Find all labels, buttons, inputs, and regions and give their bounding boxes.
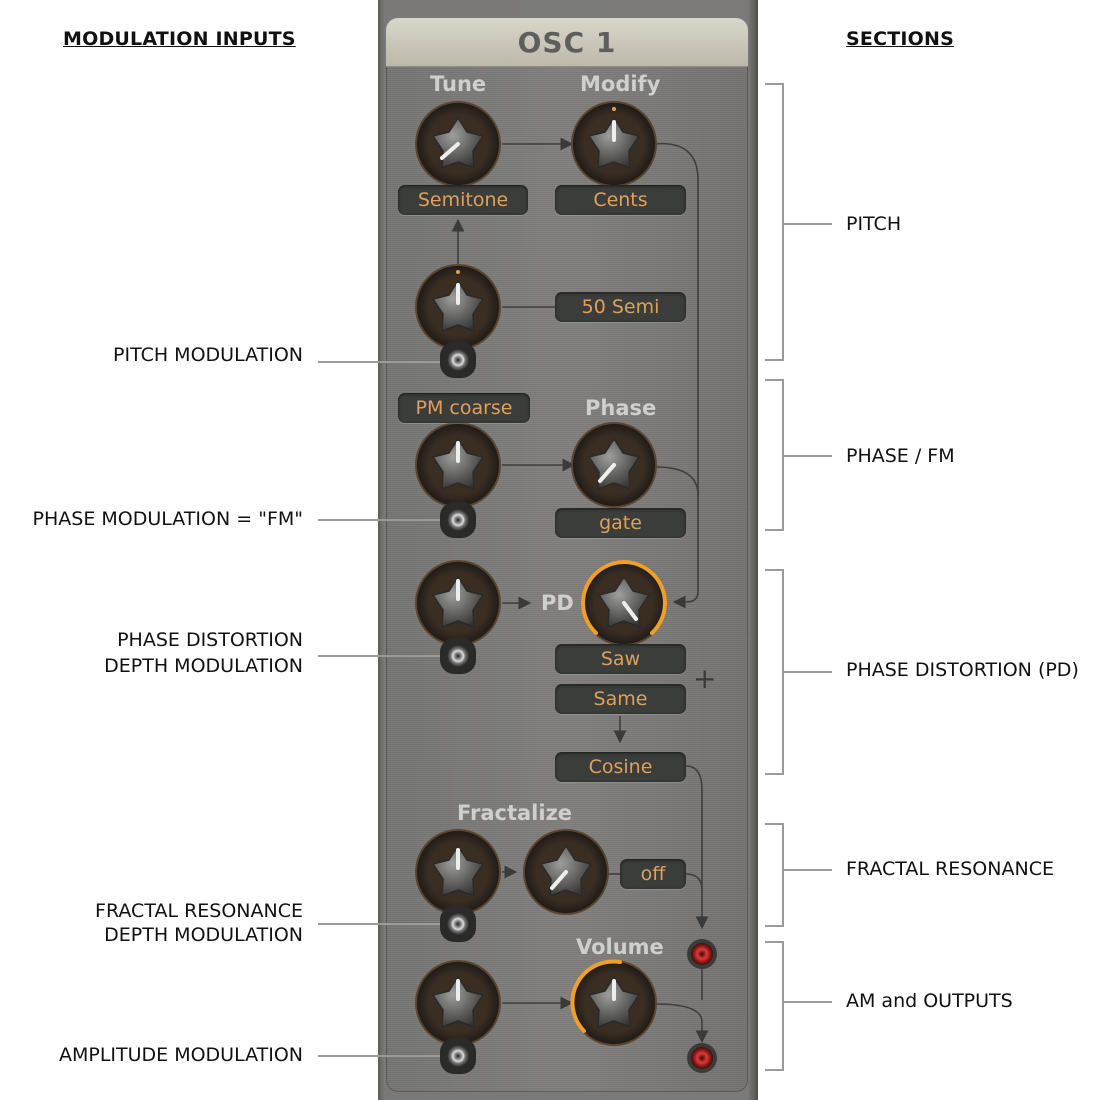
output-jack-2[interactable] <box>687 1043 717 1073</box>
cents-display[interactable]: Cents <box>555 185 686 215</box>
am-knob[interactable] <box>415 960 501 1046</box>
pitch-mod-range-display[interactable]: 50 Semi <box>555 292 686 322</box>
plus-icon[interactable]: + <box>693 662 716 695</box>
tune-knob[interactable] <box>415 101 501 187</box>
pitch-mod-knob[interactable] <box>415 264 501 350</box>
section-am-label: AM and OUTPUTS <box>846 990 1013 1012</box>
fractal-modulation-label-1: FRACTAL RESONANCE <box>95 900 303 922</box>
phase-mod-input-jack[interactable] <box>440 502 476 538</box>
output-jack-1[interactable] <box>687 939 717 969</box>
phase-modulation-label: PHASE MODULATION = "FM" <box>32 508 303 530</box>
section-pd-label: PHASE DISTORTION (PD) <box>846 659 1079 681</box>
fractal-off-display[interactable]: off <box>620 859 686 889</box>
section-pitch-label: PITCH <box>846 213 902 235</box>
gate-display[interactable]: gate <box>555 508 686 538</box>
pitch-mod-input-jack[interactable] <box>440 342 476 378</box>
amplitude-mod-input-jack[interactable] <box>440 1038 476 1074</box>
phase-knob[interactable] <box>571 422 657 508</box>
section-phase-fm-label: PHASE / FM <box>846 445 955 467</box>
pm-coarse-display[interactable]: PM coarse <box>398 393 530 423</box>
fractal-modulation-label-2: DEPTH MODULATION <box>104 924 303 946</box>
cosine-display[interactable]: Cosine <box>555 752 686 782</box>
fractal-mod-knob[interactable] <box>415 829 501 915</box>
pd-second-display[interactable]: Same <box>555 684 686 714</box>
pd-knob[interactable] <box>581 560 667 646</box>
semitone-display[interactable]: Semitone <box>398 185 528 215</box>
pd-mod-knob[interactable] <box>415 560 501 646</box>
pd-modulation-label-2: DEPTH MODULATION <box>104 655 303 677</box>
section-fractal-label: FRACTAL RESONANCE <box>846 858 1054 880</box>
pd-waveform-display[interactable]: Saw <box>555 644 686 674</box>
fractalize-knob[interactable] <box>523 829 609 915</box>
fractal-mod-input-jack[interactable] <box>440 906 476 942</box>
modify-knob[interactable] <box>571 101 657 187</box>
amplitude-modulation-label: AMPLITUDE MODULATION <box>58 1044 303 1066</box>
pm-knob[interactable] <box>415 422 501 508</box>
volume-knob[interactable] <box>570 959 657 1046</box>
pd-modulation-label-1: PHASE DISTORTION <box>117 629 303 651</box>
pitch-modulation-label: PITCH MODULATION <box>113 344 303 366</box>
pd-mod-input-jack[interactable] <box>440 638 476 674</box>
